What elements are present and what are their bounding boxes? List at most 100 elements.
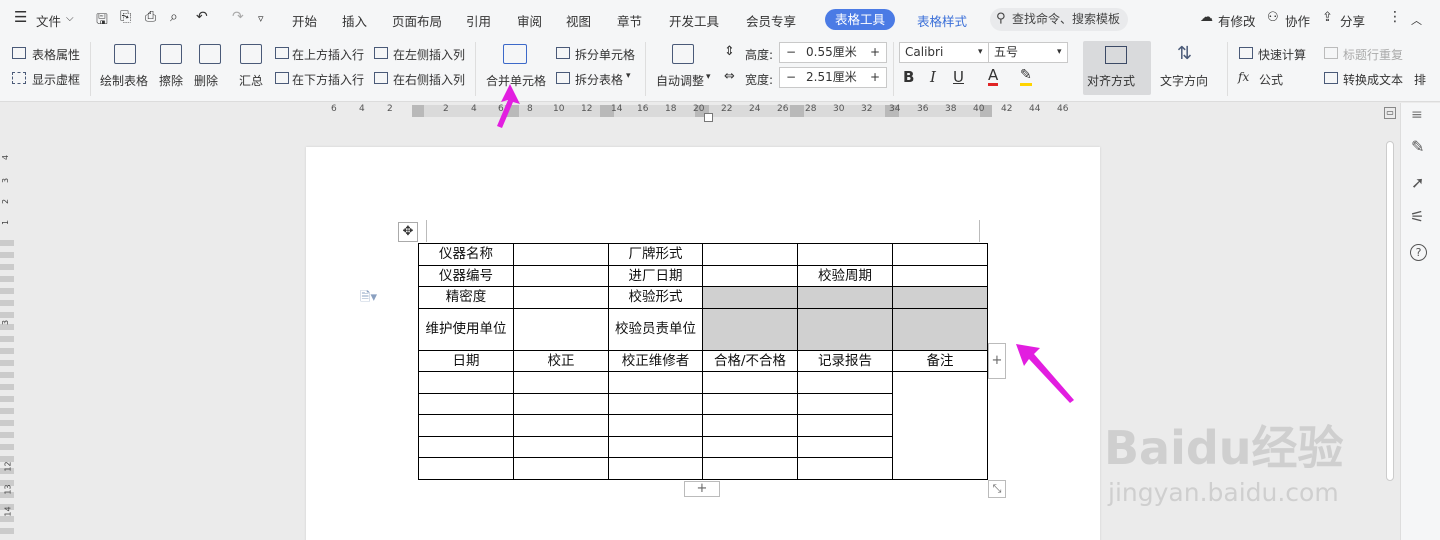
table-cell[interactable] <box>702 435 798 458</box>
table-cell[interactable] <box>418 435 514 458</box>
table-cell[interactable] <box>418 371 514 394</box>
insert-col-right-button[interactable]: 在右侧插入列 <box>393 71 465 88</box>
align-button[interactable]: 对齐方式 <box>1083 41 1151 95</box>
table-cell[interactable]: 仪器名称 <box>418 243 514 266</box>
plus-icon[interactable]: + <box>870 43 880 62</box>
table-cell[interactable]: 厂牌形式 <box>608 243 703 266</box>
table-cell[interactable]: 日期 <box>418 349 514 372</box>
print-icon[interactable]: ⎙ <box>145 9 156 25</box>
table-cell[interactable]: 校验员责单位 <box>608 307 703 351</box>
chevron-down-icon[interactable]: ▾ <box>626 71 631 81</box>
text-direction-button[interactable]: 文字方向 <box>1160 72 1208 89</box>
font-name-select[interactable]: Calibri ▾ <box>899 42 989 63</box>
table-cell[interactable] <box>797 371 893 394</box>
tab-insert[interactable]: 插入 <box>342 11 367 30</box>
table-cell[interactable] <box>513 264 609 287</box>
header-repeat-button[interactable]: 标题行重复 <box>1343 46 1403 63</box>
table-cell[interactable] <box>797 414 893 437</box>
table-cell[interactable] <box>418 414 514 437</box>
hamburger-icon[interactable]: ☰ <box>14 8 27 26</box>
height-value[interactable]: 0.55厘米 <box>806 43 857 62</box>
table-props-button[interactable]: 表格属性 <box>32 46 80 63</box>
table-cell[interactable]: 校正 <box>513 349 609 372</box>
split-cells-button[interactable]: 拆分单元格 <box>575 46 635 63</box>
split-table-button[interactable]: 拆分表格 <box>575 71 623 88</box>
selected-cell[interactable] <box>797 307 893 351</box>
ruler-column-marker[interactable] <box>412 105 424 117</box>
show-gridlines-button[interactable]: 显示虚框 <box>32 71 80 88</box>
table-cell[interactable] <box>702 414 798 437</box>
selected-cell[interactable] <box>797 286 893 309</box>
table-cell[interactable] <box>513 371 609 394</box>
table-cell[interactable] <box>513 307 609 351</box>
delete-button[interactable]: 删除 <box>194 72 218 89</box>
table-cell[interactable] <box>892 243 988 266</box>
plus-icon[interactable]: + <box>870 68 880 87</box>
font-color-icon[interactable]: A <box>988 68 999 86</box>
table-cell[interactable] <box>513 286 609 309</box>
table-cell[interactable]: 维护使用单位 <box>418 307 514 351</box>
sort-button[interactable]: 排 <box>1414 71 1426 88</box>
table-cell[interactable]: 校验周期 <box>797 264 893 287</box>
convert-text-button[interactable]: 转换成文本 <box>1343 71 1403 88</box>
paragraph-options-icon[interactable]: 🗎▾ <box>360 288 377 310</box>
table-cell[interactable] <box>513 457 609 480</box>
collapse-ribbon-icon[interactable]: ︿ <box>1411 12 1422 28</box>
table-cell[interactable] <box>513 392 609 415</box>
tab-chapter[interactable]: 章节 <box>617 11 642 30</box>
table-cell[interactable] <box>608 414 703 437</box>
table-cell[interactable] <box>702 457 798 480</box>
tab-references[interactable]: 引用 <box>466 11 491 30</box>
vertical-scrollbar[interactable]: ▭ <box>1382 103 1398 540</box>
format-painter-icon[interactable]: ⎘ <box>120 9 131 25</box>
chevron-down-icon[interactable]: ⌵ <box>66 13 74 24</box>
settings-sliders-icon[interactable]: ⚟ <box>1410 207 1424 226</box>
undo-icon[interactable]: ↶ <box>196 9 208 25</box>
table-cell[interactable] <box>797 457 893 480</box>
table-cell[interactable] <box>513 414 609 437</box>
tab-review[interactable]: 审阅 <box>517 11 542 30</box>
table-cell[interactable] <box>513 435 609 458</box>
table-cell[interactable] <box>702 371 798 394</box>
chevron-down-icon[interactable]: ▾ <box>706 72 711 82</box>
erase-button[interactable]: 擦除 <box>159 72 183 89</box>
width-stepper[interactable]: − 2.51厘米 + <box>779 67 887 88</box>
more-icon[interactable]: ⋮ <box>1388 9 1402 25</box>
formula-button[interactable]: 公式 <box>1259 71 1283 88</box>
redo-icon[interactable]: ↷ <box>232 9 244 25</box>
share-button[interactable]: 分享 <box>1340 11 1365 30</box>
table-cell[interactable] <box>608 392 703 415</box>
merged-cell[interactable] <box>892 371 988 480</box>
italic-icon[interactable]: I <box>930 68 936 86</box>
table-cell[interactable] <box>892 264 988 287</box>
search-input[interactable]: ⚲ 查找命令、搜索模板 <box>990 8 1128 31</box>
draw-table-button[interactable]: 绘制表格 <box>100 72 148 89</box>
insert-col-left-button[interactable]: 在左侧插入列 <box>393 46 465 63</box>
document-table[interactable]: 仪器名称 厂牌形式 仪器编号 进厂日期 校验周期 精密度 校验形式 维护使用单位… <box>418 243 988 480</box>
tab-table-style[interactable]: 表格样式 <box>917 11 967 30</box>
table-cell[interactable]: 进厂日期 <box>608 264 703 287</box>
table-cell[interactable]: 记录报告 <box>797 349 893 372</box>
font-size-select[interactable]: 五号 ▾ <box>988 42 1068 63</box>
table-cell[interactable]: 合格/不合格 <box>702 349 798 372</box>
modified-status[interactable]: 有修改 <box>1218 11 1256 30</box>
selected-cell[interactable] <box>892 307 988 351</box>
table-cell[interactable] <box>513 243 609 266</box>
table-cell[interactable] <box>608 435 703 458</box>
tab-table-tools[interactable]: 表格工具 <box>825 9 896 30</box>
table-cell[interactable]: 仪器编号 <box>418 264 514 287</box>
width-value[interactable]: 2.51厘米 <box>806 68 857 87</box>
table-cell[interactable] <box>702 243 798 266</box>
cursor-icon[interactable]: ➚ <box>1411 173 1424 192</box>
add-column-button[interactable]: + <box>988 343 1006 379</box>
tab-view[interactable]: 视图 <box>566 11 591 30</box>
scroll-top-icon[interactable]: ▭ <box>1384 107 1396 119</box>
add-row-button[interactable]: + <box>684 481 720 497</box>
minus-icon[interactable]: − <box>786 68 796 87</box>
menu-lines-icon[interactable]: ≡ <box>1411 107 1423 123</box>
tab-home[interactable]: 开始 <box>292 11 317 30</box>
selected-cell[interactable] <box>702 286 798 309</box>
table-cell[interactable]: 校正维修者 <box>608 349 703 372</box>
table-cell[interactable]: 精密度 <box>418 286 514 309</box>
table-cell[interactable] <box>797 435 893 458</box>
